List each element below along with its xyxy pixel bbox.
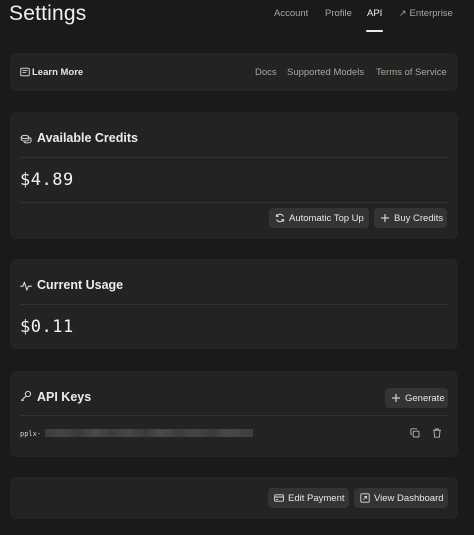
buy-credits-label: Buy Credits xyxy=(394,212,444,224)
tab-enterprise[interactable]: ↗ Enterprise xyxy=(399,8,453,32)
divider xyxy=(20,415,448,416)
tab-api[interactable]: API xyxy=(365,8,384,32)
learn-more-card: Learn More Docs Supported Models Terms o… xyxy=(10,53,458,91)
supported-models-link[interactable]: Supported Models xyxy=(287,67,364,78)
credits-amount: $4.89 xyxy=(20,170,74,190)
current-usage-card: Current Usage $0.11 xyxy=(10,259,458,349)
automatic-top-up-label: Automatic Top Up xyxy=(289,212,364,224)
api-key-redacted xyxy=(45,429,253,437)
divider xyxy=(20,157,448,158)
available-credits-title: Available Credits xyxy=(37,131,138,145)
refresh-icon xyxy=(275,213,285,223)
usage-amount: $0.11 xyxy=(20,317,74,337)
current-usage-title: Current Usage xyxy=(37,278,124,292)
tab-profile[interactable]: Profile xyxy=(325,8,352,32)
divider xyxy=(20,202,448,203)
copy-icon[interactable] xyxy=(410,428,420,438)
terms-of-service-link[interactable]: Terms of Service xyxy=(376,67,447,78)
api-key-prefix: pplx- xyxy=(20,430,42,438)
trash-icon[interactable] xyxy=(432,428,442,438)
key-icon xyxy=(20,390,32,402)
plus-icon xyxy=(381,214,389,222)
book-icon xyxy=(20,67,30,77)
activity-icon xyxy=(20,281,32,291)
tab-enterprise-label: Enterprise xyxy=(409,8,453,19)
settings-tabs: Account Profile API ↗ Enterprise xyxy=(0,8,474,32)
plus-icon xyxy=(392,394,400,402)
available-credits-card: Available Credits $4.89 Automatic Top Up… xyxy=(10,112,458,239)
generate-label: Generate xyxy=(405,392,445,404)
settings-header: Settings Account Profile API ↗ Enterprise xyxy=(0,0,474,33)
divider xyxy=(20,304,448,305)
credit-card-icon xyxy=(274,494,284,502)
view-dashboard-button[interactable]: View Dashboard xyxy=(354,488,448,508)
learn-more-label: Learn More xyxy=(32,67,84,78)
edit-payment-button[interactable]: Edit Payment xyxy=(268,488,349,508)
billing-actions-card: Edit Payment View Dashboard xyxy=(10,477,458,519)
buy-credits-button[interactable]: Buy Credits xyxy=(374,208,447,228)
api-keys-title: API Keys xyxy=(37,390,92,404)
automatic-top-up-button[interactable]: Automatic Top Up xyxy=(269,208,369,228)
generate-key-button[interactable]: Generate xyxy=(385,388,448,408)
external-link-icon: ↗ xyxy=(399,8,407,18)
tab-account[interactable]: Account xyxy=(274,8,308,32)
docs-link[interactable]: Docs xyxy=(255,67,277,78)
api-keys-card: API Keys Generate pplx- xyxy=(10,371,458,457)
edit-payment-label: Edit Payment xyxy=(288,492,345,504)
dashboard-icon xyxy=(360,493,370,503)
coins-icon xyxy=(20,134,32,144)
view-dashboard-label: View Dashboard xyxy=(374,492,444,504)
